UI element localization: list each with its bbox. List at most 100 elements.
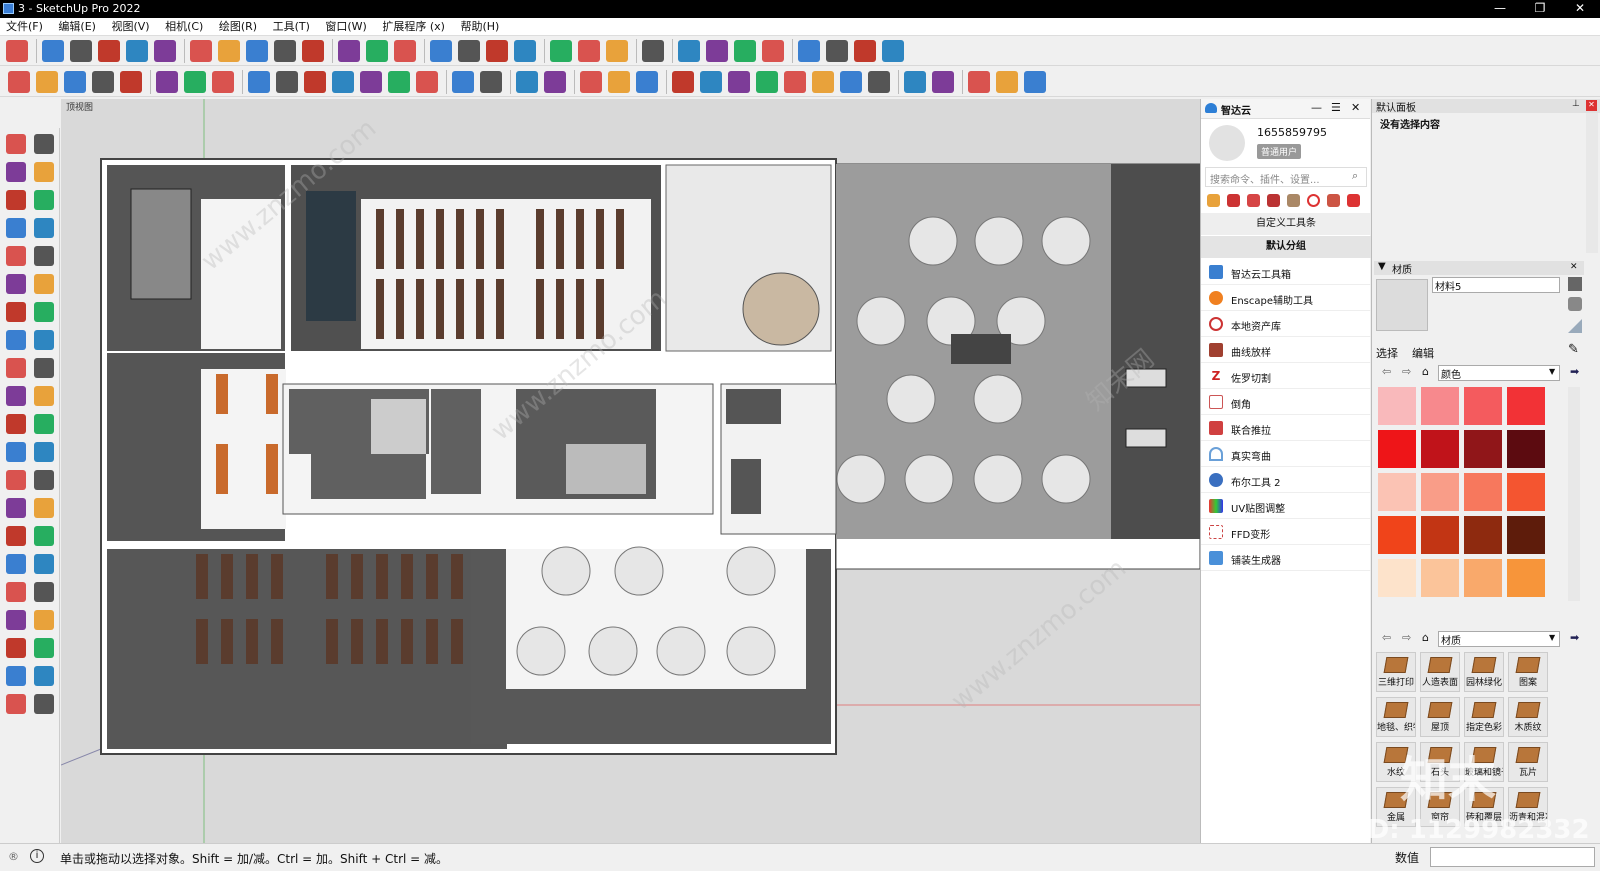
panel-scrollbar[interactable] xyxy=(1586,113,1598,253)
details-arrow-icon-2[interactable]: ➡ xyxy=(1570,631,1579,644)
push-pull-icon[interactable] xyxy=(1267,194,1280,207)
plugin-item-zorro[interactable]: Z 佐罗切割 xyxy=(1201,363,1371,389)
cloud-sync-icon[interactable] xyxy=(734,40,756,62)
offset-icon[interactable] xyxy=(1247,194,1260,207)
material-icon[interactable] xyxy=(1287,194,1300,207)
enscape-start-icon[interactable] xyxy=(580,71,602,93)
plugin-item-toolbox[interactable]: 智达云工具箱 xyxy=(1201,259,1371,285)
lattice-icon[interactable] xyxy=(480,71,502,93)
tree-icon[interactable] xyxy=(700,71,722,93)
menu-view[interactable]: 视图(V) xyxy=(111,18,149,36)
move-tool-icon[interactable] xyxy=(6,358,26,378)
color-swatch[interactable] xyxy=(1378,516,1416,554)
3d-text-icon[interactable] xyxy=(34,498,54,518)
color-swatch[interactable] xyxy=(1507,387,1545,425)
extension-warehouse-icon[interactable] xyxy=(578,40,600,62)
color-swatch[interactable] xyxy=(1421,516,1459,554)
protractor-icon[interactable] xyxy=(212,71,234,93)
circle-tool-icon[interactable] xyxy=(6,274,26,294)
zoom-window-icon[interactable] xyxy=(486,40,508,62)
dimension-tool-icon[interactable] xyxy=(34,442,54,462)
shell-icon[interactable] xyxy=(304,71,326,93)
minimize-panel-button[interactable]: — xyxy=(1311,101,1322,114)
look-around-icon[interactable] xyxy=(34,610,54,630)
close-panel-icon[interactable]: ✕ xyxy=(1586,100,1597,111)
text-icon[interactable] xyxy=(366,40,388,62)
avatar[interactable] xyxy=(1209,125,1245,161)
materials-section-header[interactable]: ▼ 材质 ✕ xyxy=(1374,261,1584,276)
rotate-tool-icon[interactable] xyxy=(6,386,26,406)
info-icon[interactable]: i xyxy=(30,849,44,863)
eraser-tool-icon[interactable] xyxy=(34,162,54,182)
color-swatch[interactable] xyxy=(1421,473,1459,511)
menu-draw[interactable]: 绘图(R) xyxy=(219,18,257,36)
select-icon[interactable] xyxy=(42,40,64,62)
tab-edit[interactable]: 编辑 xyxy=(1412,345,1434,361)
select-tool-icon[interactable] xyxy=(6,134,26,154)
extend-icon[interactable] xyxy=(932,71,954,93)
account-icon[interactable] xyxy=(642,40,664,62)
color-swatch[interactable] xyxy=(1378,473,1416,511)
menu-extensions[interactable]: 扩展程序 (x) xyxy=(382,18,445,36)
pin-icon[interactable]: ⊥ xyxy=(1572,99,1580,109)
section-icon[interactable] xyxy=(798,40,820,62)
arc-icon[interactable] xyxy=(126,40,148,62)
tag-tool-icon[interactable] xyxy=(34,190,54,210)
enscape-refresh-icon[interactable] xyxy=(608,71,630,93)
reload-icon[interactable] xyxy=(854,40,876,62)
materials-dropdown[interactable]: 材质 ▼ xyxy=(1438,631,1560,647)
tape-tool-icon[interactable] xyxy=(6,442,26,462)
pie-tool-icon[interactable] xyxy=(34,330,54,350)
home-icon-2[interactable]: ⌂ xyxy=(1422,631,1429,644)
text-tool-icon[interactable] xyxy=(34,470,54,490)
view-iso-icon[interactable] xyxy=(8,71,30,93)
swatch-scrollbar[interactable] xyxy=(1568,387,1580,601)
forward-arrow-icon[interactable]: ⇨ xyxy=(1402,365,1411,378)
search-box[interactable]: 搜索命令、插件、设置... ⌕ xyxy=(1205,167,1367,187)
color-swatch[interactable] xyxy=(1507,473,1545,511)
color-swatch[interactable] xyxy=(1421,559,1459,597)
protractor-tool-icon[interactable] xyxy=(6,470,26,490)
material-folder[interactable]: 木质纹 xyxy=(1508,697,1548,737)
display-icon[interactable] xyxy=(1568,277,1582,291)
cloud-share-icon[interactable] xyxy=(762,40,784,62)
chrome-icon[interactable] xyxy=(882,40,904,62)
color-swatch[interactable] xyxy=(1421,430,1459,468)
move-icon[interactable] xyxy=(246,40,268,62)
zoom-view-icon[interactable] xyxy=(6,554,26,574)
zoom-extents-view-icon[interactable] xyxy=(6,582,26,602)
cloud-icon[interactable] xyxy=(678,40,700,62)
rectangle-icon[interactable] xyxy=(154,40,176,62)
plugin-item-local-assets[interactable]: 本地资产库 xyxy=(1201,311,1371,337)
view-top-icon[interactable] xyxy=(36,71,58,93)
zoom-extents-icon[interactable] xyxy=(514,40,536,62)
menu-camera[interactable]: 相机(C) xyxy=(165,18,203,36)
minimize-button[interactable]: — xyxy=(1480,1,1520,15)
arc-tool-icon[interactable] xyxy=(6,302,26,322)
offset-face-icon[interactable] xyxy=(276,71,298,93)
cloud-render-icon[interactable] xyxy=(784,71,806,93)
material-folder[interactable]: 园林绿化 xyxy=(1464,652,1504,692)
orbit-icon[interactable] xyxy=(430,40,452,62)
position-camera-icon[interactable] xyxy=(6,610,26,630)
color-swatch[interactable] xyxy=(1464,430,1502,468)
zoom-icon[interactable] xyxy=(6,40,28,62)
geo-location-icon[interactable]: ® xyxy=(8,850,19,863)
sandbox-2-icon[interactable] xyxy=(34,666,54,686)
dimension-icon[interactable] xyxy=(184,71,206,93)
curve-icon[interactable] xyxy=(360,71,382,93)
walk-icon[interactable] xyxy=(6,638,26,658)
move-icon[interactable] xyxy=(1347,194,1360,207)
weld-icon[interactable] xyxy=(332,71,354,93)
menu-file[interactable]: 文件(F) xyxy=(6,18,43,36)
plugin-item-uv[interactable]: UV贴图调整 xyxy=(1201,493,1371,519)
material-folder[interactable]: 图案 xyxy=(1508,652,1548,692)
plugin-item-joint-pushpull[interactable]: 联合推拉 xyxy=(1201,415,1371,441)
material-folder[interactable]: 屋顶 xyxy=(1420,697,1460,737)
tape-measure-icon[interactable] xyxy=(338,40,360,62)
line-tool-icon[interactable] xyxy=(156,71,178,93)
color-swatch[interactable] xyxy=(1378,430,1416,468)
search-icon[interactable]: ⌕ xyxy=(1352,169,1358,183)
material-folder[interactable]: 三维打印 xyxy=(1376,652,1416,692)
home-icon[interactable]: ⌂ xyxy=(1422,365,1429,378)
